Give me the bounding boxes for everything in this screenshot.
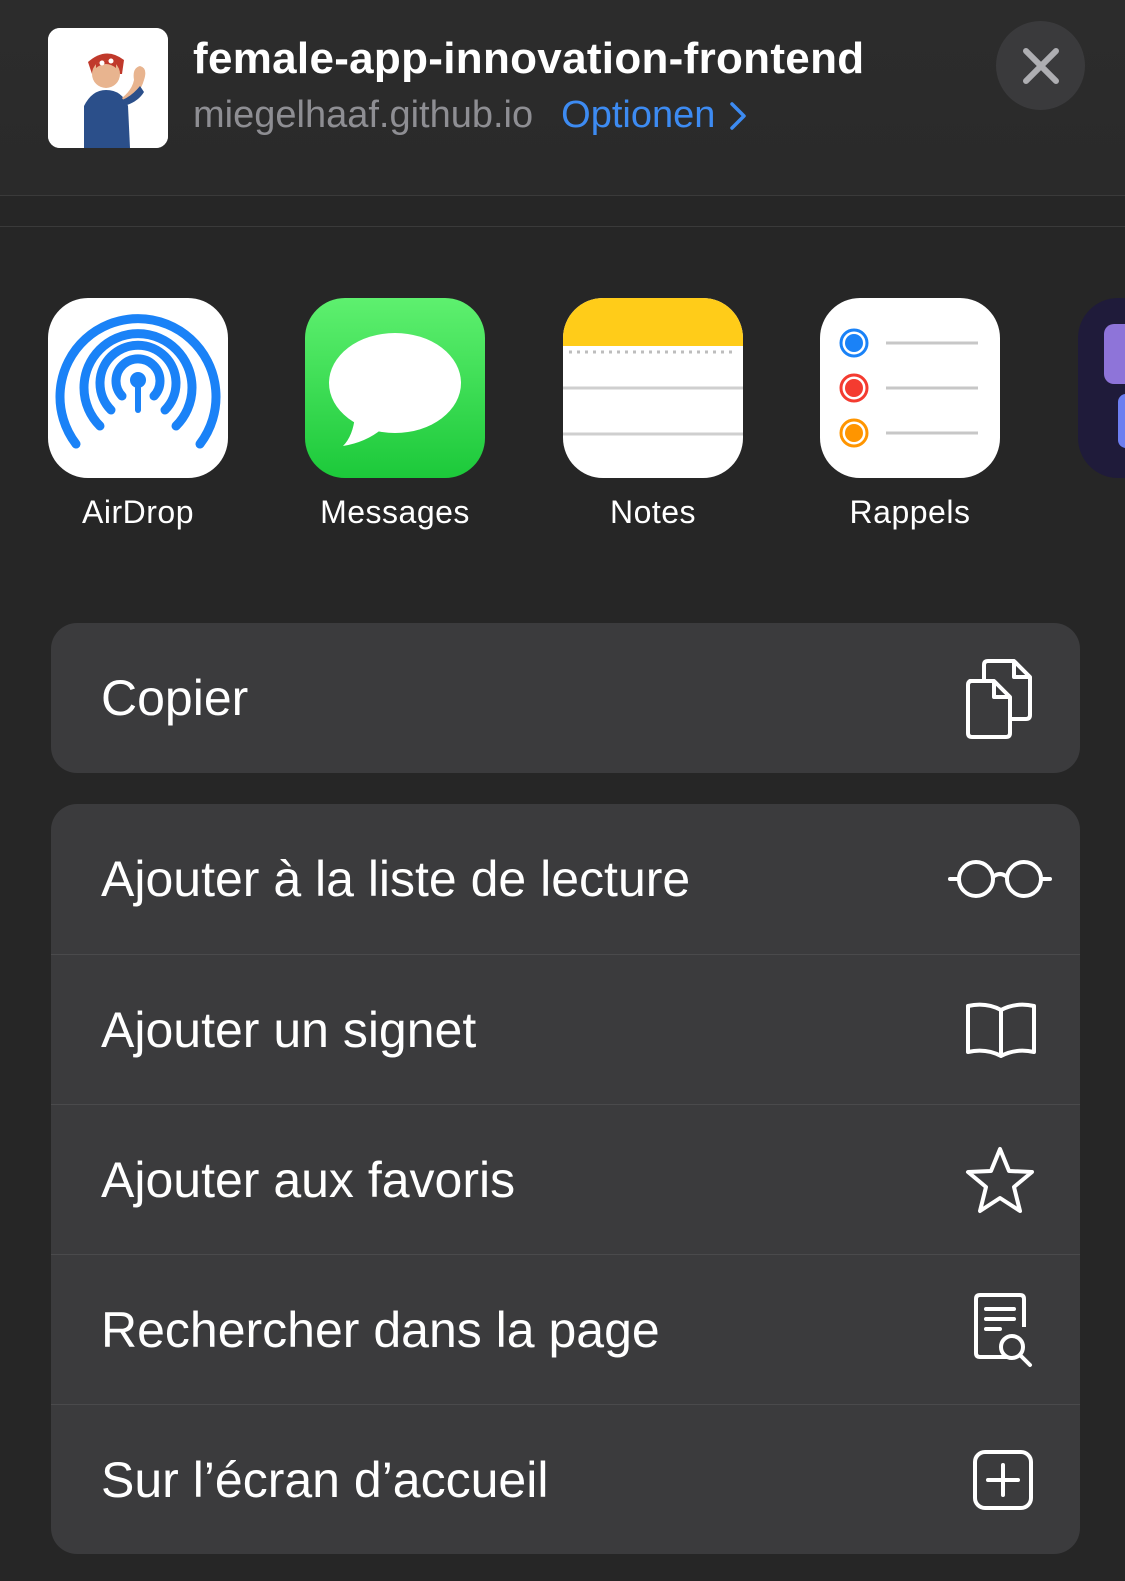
action-group-main: Ajouter à la liste de lecture Ajouter un…	[51, 804, 1080, 1554]
action-label: Ajouter aux favoris	[101, 1151, 516, 1208]
page-title: female-app-innovation-frontend	[193, 34, 865, 83]
glasses-icon	[948, 857, 1052, 901]
action-add-to-home[interactable]: Sur l’écran d’accueil	[51, 1404, 1080, 1554]
action-label: Ajouter à la liste de lecture	[101, 851, 691, 907]
action-label: Sur l’écran d’accueil	[101, 1451, 549, 1508]
app-label: J	[1048, 494, 1125, 531]
partial-app-icon	[1078, 298, 1125, 478]
share-app-partial[interactable]: J	[1078, 298, 1125, 478]
share-app-reminders[interactable]: Rappels	[820, 298, 1000, 530]
chevron-right-icon	[730, 101, 747, 130]
action-copy[interactable]: Copier	[51, 623, 1080, 773]
action-reading-list[interactable]: Ajouter à la liste de lecture	[51, 804, 1080, 954]
site-thumbnail	[48, 28, 168, 148]
app-label: Messages	[320, 494, 470, 530]
options-label: Optionen	[561, 94, 716, 136]
messages-icon	[305, 298, 485, 478]
share-app-messages[interactable]: Messages	[305, 298, 485, 530]
share-app-notes[interactable]: Notes	[563, 298, 743, 530]
book-icon	[964, 1000, 1038, 1060]
app-label: AirDrop	[82, 494, 194, 530]
action-group-copy: Copier	[51, 623, 1080, 773]
copy-icon	[964, 657, 1034, 739]
star-icon	[964, 1145, 1036, 1215]
page-subtitle: miegelhaaf.github.io Optionen	[193, 94, 747, 137]
site-domain: miegelhaaf.github.io	[193, 94, 534, 136]
airdrop-icon	[48, 298, 228, 478]
share-app-airdrop[interactable]: AirDrop	[48, 298, 228, 530]
close-button[interactable]	[996, 21, 1085, 110]
options-link[interactable]: Optionen	[561, 94, 747, 137]
reminders-icon	[820, 298, 1000, 478]
share-header: female-app-innovation-frontend miegelhaa…	[0, 0, 1125, 196]
app-label: Rappels	[849, 494, 971, 530]
app-share-row: AirDrop Messages Notes Rappels	[0, 298, 1125, 538]
action-label: Rechercher dans la page	[101, 1301, 660, 1358]
action-favorites[interactable]: Ajouter aux favoris	[51, 1104, 1080, 1254]
action-label: Copier	[101, 670, 249, 726]
app-label: Notes	[609, 494, 697, 530]
close-icon	[1022, 47, 1059, 84]
action-find-on-page[interactable]: Rechercher dans la page	[51, 1254, 1080, 1404]
notes-icon	[563, 298, 743, 478]
search-page-icon	[972, 1291, 1036, 1369]
add-square-icon	[972, 1449, 1034, 1511]
action-bookmark[interactable]: Ajouter un signet	[51, 954, 1080, 1104]
divider	[0, 226, 1125, 227]
action-label: Ajouter un signet	[101, 1001, 477, 1058]
